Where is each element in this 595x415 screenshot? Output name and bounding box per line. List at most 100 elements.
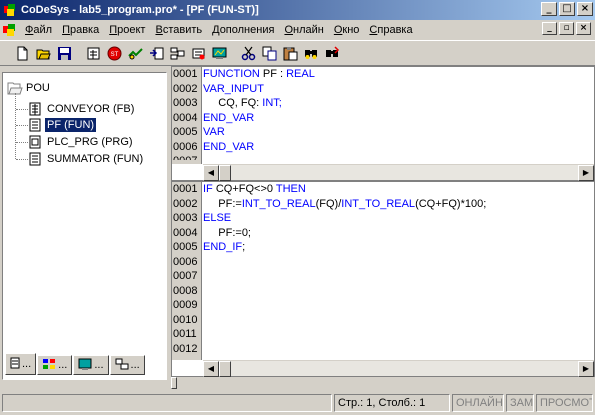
line-number: 0002 (173, 197, 198, 210)
tab-label: ... (130, 359, 140, 371)
minimize-button[interactable]: _ (541, 2, 557, 16)
menu-extras[interactable]: Дополнения (207, 24, 279, 36)
find-next-icon[interactable] (322, 43, 342, 63)
line-number: 0009 (173, 299, 198, 311)
window-title: CoDeSys - lab5_program.pro* - [PF (FUN-S… (21, 4, 259, 16)
code-line: FUNCTION PF : REAL (203, 68, 315, 80)
function-block-icon (29, 102, 41, 116)
body-code[interactable]: IF CQ+FQ<>0 THEN PF:=INT_TO_REAL(FQ)/INT… (203, 182, 594, 360)
code-line: ELSE (203, 212, 232, 224)
pane-splitter-handle[interactable] (171, 377, 177, 389)
menu-help[interactable]: Справка (364, 24, 417, 36)
new-file-icon[interactable] (12, 43, 32, 63)
code-line: PF:=INT_TO_REAL(FQ)/INT_TO_REAL(CQ+FQ)*1… (203, 197, 487, 210)
code-line: VAR_INPUT (203, 82, 264, 95)
scroll-left-icon[interactable]: ◀ (203, 361, 219, 377)
body-editor[interactable]: 0001 0002 0003 0004 0005 0006 0007 0008 … (171, 181, 595, 377)
data-types-tab-icon (42, 358, 56, 373)
codesys-app-icon (3, 3, 17, 17)
pou-tree: POU CONVEYOR (FB) PF (FUN) PLC_PRG (PRG) (3, 73, 166, 357)
scroll-left-icon[interactable]: ◀ (203, 165, 219, 181)
line-number: 0010 (173, 313, 198, 326)
line-number: 0006 (173, 140, 198, 153)
scroll-right-icon[interactable]: ▶ (578, 165, 594, 181)
line-number: 0004 (173, 111, 198, 124)
line-number: 0007 (172, 154, 201, 160)
document-icon[interactable] (2, 22, 18, 38)
code-line: IF CQ+FQ<>0 THEN (203, 183, 306, 195)
cut-icon[interactable] (238, 43, 258, 63)
line-number: 0003 (173, 97, 198, 109)
save-icon[interactable] (54, 43, 74, 63)
pou-tab-icon (10, 357, 20, 372)
step-over-icon[interactable] (188, 43, 208, 63)
svg-text:ST: ST (110, 52, 118, 58)
program-icon (29, 135, 41, 149)
line-number: 0012 (173, 342, 198, 355)
mdi-minimize-button[interactable]: _ (542, 22, 557, 35)
tree-item-conveyor[interactable]: CONVEYOR (FB) (29, 101, 136, 117)
copy-icon[interactable] (259, 43, 279, 63)
logout-icon[interactable] (146, 43, 166, 63)
scroll-right-icon[interactable]: ▶ (578, 361, 594, 377)
menu-file[interactable]: Файл (20, 24, 57, 36)
declaration-code[interactable]: FUNCTION PF : REAL VAR_INPUT CQ, FQ: INT… (203, 67, 594, 164)
body-hscrollbar[interactable]: ◀ ▶ (203, 360, 594, 377)
code-line: END_VAR (203, 140, 255, 153)
declaration-editor[interactable]: 0001 0002 0003 0004 0005 0006 0007 FUNCT… (171, 66, 595, 181)
menu-project[interactable]: Проект (104, 24, 150, 36)
mdi-close-button[interactable]: × (576, 22, 591, 35)
tree-item-label: SUMMATOR (FUN) (47, 153, 144, 165)
tab-label: ... (22, 358, 32, 370)
login-icon[interactable] (125, 43, 145, 63)
line-number: 0001 (173, 183, 198, 195)
bottom-hscroll-track[interactable] (171, 377, 595, 389)
menu-window[interactable]: Окно (329, 24, 365, 36)
visualization-tab-icon (78, 358, 92, 373)
line-number: 0001 (173, 68, 198, 80)
maximize-button[interactable]: □ (559, 2, 575, 16)
tree-item-plc-prg[interactable]: PLC_PRG (PRG) (29, 134, 135, 150)
scroll-thumb[interactable] (219, 165, 231, 181)
status-message (2, 394, 332, 412)
line-number: 0002 (173, 82, 198, 95)
line-number: 0011 (173, 328, 197, 340)
title-bar: CoDeSys - lab5_program.pro* - [PF (FUN-S… (0, 0, 595, 20)
menu-edit[interactable]: Правка (57, 24, 104, 36)
line-number: 0004 (173, 226, 198, 239)
paste-icon[interactable] (280, 43, 300, 63)
tree-item-label: PF (FUN) (45, 118, 97, 132)
code-line: END_VAR (203, 111, 255, 124)
toolbar: ST (0, 40, 595, 66)
close-button[interactable]: × (577, 2, 593, 16)
code-line: CQ, FQ: INT; (203, 97, 282, 109)
code-line: VAR (203, 126, 225, 138)
mdi-restore-button[interactable]: ▫ (559, 22, 574, 35)
tab-resources[interactable]: ... (109, 355, 145, 375)
find-icon[interactable] (301, 43, 321, 63)
tab-label: ... (94, 359, 104, 371)
tree-item-summator[interactable]: SUMMATOR (FUN) (29, 151, 145, 167)
status-overwrite: ЗАМ (506, 394, 534, 412)
tab-data-types[interactable]: ... (37, 355, 73, 375)
tab-visualizations[interactable]: ... (73, 355, 109, 375)
status-position: Стр.: 1, Столб.: 1 (334, 394, 450, 412)
scroll-thumb[interactable] (219, 361, 231, 377)
line-number: 0005 (173, 126, 198, 138)
menu-insert[interactable]: Вставить (150, 24, 207, 36)
stop-icon[interactable]: ST (104, 43, 124, 63)
monitor-icon[interactable] (209, 43, 229, 63)
menu-online[interactable]: Онлайн (279, 24, 328, 36)
tab-label: ... (58, 359, 68, 371)
tab-pous[interactable]: ... (5, 353, 37, 375)
declaration-hscrollbar[interactable]: ◀ ▶ (203, 164, 594, 181)
step-in-icon[interactable] (167, 43, 187, 63)
open-folder-icon[interactable] (33, 43, 53, 63)
build-icon[interactable] (83, 43, 103, 63)
tree-item-pf[interactable]: PF (FUN) (29, 117, 97, 133)
tree-root-pou[interactable]: POU (7, 81, 50, 95)
line-number: 0006 (173, 255, 198, 268)
tree-item-label: CONVEYOR (FB) (47, 103, 135, 115)
line-number: 0007 (173, 270, 198, 282)
resources-tab-icon (115, 358, 129, 373)
